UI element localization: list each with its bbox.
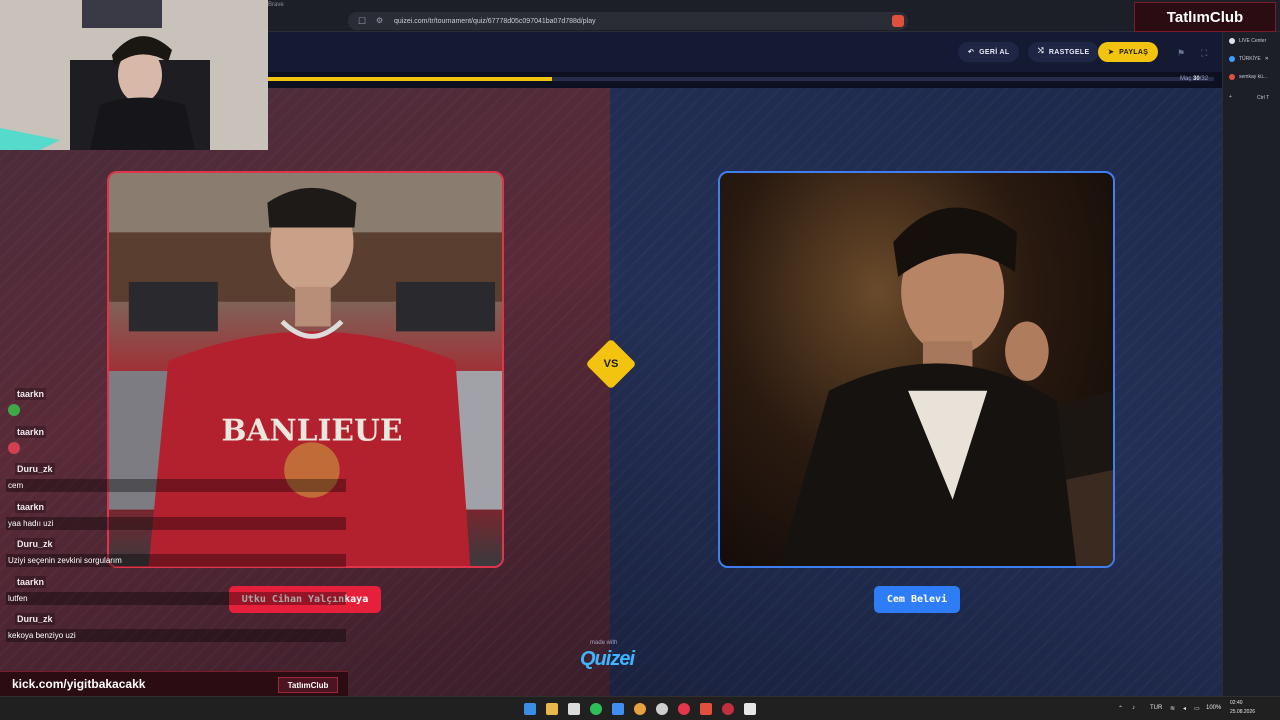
chat-emote-icon xyxy=(8,441,20,454)
wifi-icon[interactable]: ≋ xyxy=(1170,705,1175,712)
fullscreen-icon[interactable]: ⛶ xyxy=(1201,48,1211,58)
shortcut-hint: Ctrl T xyxy=(1257,95,1269,101)
obs-icon[interactable] xyxy=(722,703,734,715)
quizei-logo[interactable]: Quizei xyxy=(580,648,635,671)
app-icon[interactable] xyxy=(634,703,646,715)
windows-taskbar: ⌃ ♪ TUR ≋ ◂ ▭ 100% 02:40 25.08.2026 xyxy=(0,696,1280,720)
chat-message: taarkn xyxy=(0,424,350,462)
chat-username[interactable]: Duru_zk xyxy=(15,463,55,475)
store-icon[interactable] xyxy=(568,703,580,715)
address-bar[interactable]: ☐ ⚙ quizei.com/tr/tournament/quiz/67778d… xyxy=(348,12,908,30)
browser-tab-title[interactable]: Brave xyxy=(268,2,284,8)
chat-text: yaa hadıı uzi xyxy=(6,516,346,530)
right-contender-photo xyxy=(779,207,1113,566)
chat-text: lutfen xyxy=(6,591,346,605)
chat-text: Uziyi seçenin zevkini sorgularım xyxy=(6,554,346,567)
round-prefix: Maç xyxy=(1180,76,1192,82)
right-contender-name-button[interactable]: Cem Belevi xyxy=(874,586,960,613)
chat-username[interactable]: taarkn xyxy=(15,575,47,588)
send-icon: ➤ xyxy=(1108,49,1115,56)
shortcut-hint-label: Ctrl T xyxy=(1257,95,1270,101)
share-button[interactable]: ➤ PAYLAŞ xyxy=(1098,42,1159,62)
file-explorer-icon[interactable] xyxy=(546,703,558,715)
chat-message: Duru_zk Uziyi seçenin zevkini sorgularım xyxy=(0,536,350,574)
made-with-label: made with xyxy=(590,640,618,646)
mic-icon[interactable]: ♪ xyxy=(1132,705,1135,711)
round-counter: Maç 30/32 xyxy=(1180,76,1208,82)
chat-message: taarkn xyxy=(0,386,350,424)
chat-username[interactable]: Duru_zk xyxy=(15,613,55,625)
chat-username[interactable]: taarkn xyxy=(15,425,47,438)
url-text[interactable]: quizei.com/tr/tournament/quiz/67778d05c0… xyxy=(394,18,596,25)
close-icon[interactable]: ✕ xyxy=(1265,56,1269,62)
chat-username[interactable]: Duru_zk xyxy=(15,538,55,550)
brave-icon[interactable] xyxy=(700,703,712,715)
webcam-feed xyxy=(0,0,268,150)
battery-icon[interactable]: ▭ xyxy=(1194,705,1200,712)
round-total: /32 xyxy=(1199,76,1209,82)
bookmark-icon[interactable]: ☐ xyxy=(358,16,368,26)
media-icon[interactable] xyxy=(678,703,690,715)
match-progress-bar xyxy=(268,77,1214,81)
shuffle-icon: ⤭ xyxy=(1038,48,1044,55)
streamer-webcam xyxy=(0,0,268,150)
browser-side-panel: LIVE Center TÜRKİYE ✕ semkay kü... + Ctr… xyxy=(1222,32,1280,696)
start-icon[interactable] xyxy=(524,703,536,715)
footer-brand-badge: TatlımClub xyxy=(278,677,338,693)
chat-icon[interactable] xyxy=(744,703,756,715)
undo-label: GERİ AL xyxy=(979,48,1010,56)
stream-chat: taarkn taarkn Duru_zk cem taarkn yaa hadıı uz… xyxy=(0,386,350,649)
vs-label: VS xyxy=(603,358,619,370)
chat-text: kekoya benziyo uzi xyxy=(6,629,346,642)
random-label: RASTGELE xyxy=(1048,48,1090,56)
whatsapp-icon[interactable] xyxy=(590,703,602,715)
undo-button[interactable]: ↶ GERİ AL xyxy=(958,42,1020,62)
round-current: 30 xyxy=(1193,76,1200,82)
chat-text: cem xyxy=(6,479,346,492)
chat-username[interactable]: taarkn xyxy=(15,500,47,513)
channel-url: kick.com/yigitbakacakk xyxy=(12,677,146,691)
flag-icon[interactable]: ⚑ xyxy=(1177,48,1187,58)
side-item-label: LIVE Center xyxy=(1239,38,1267,44)
stream-brand-overlay: TatlımClub xyxy=(1134,2,1276,32)
share-label: PAYLAŞ xyxy=(1119,48,1149,56)
chat-username[interactable]: taarkn xyxy=(15,388,47,400)
tiktok-icon xyxy=(1229,38,1235,44)
right-contender-card[interactable] xyxy=(718,171,1115,568)
tray-chevron-icon[interactable]: ⌃ xyxy=(1118,705,1123,712)
random-button[interactable]: ⤭ RASTGELE xyxy=(1028,42,1100,62)
chat-message: taarkn yaa hadıı uzi xyxy=(0,499,350,537)
clock-date[interactable]: 25.08.2026 xyxy=(1230,709,1255,715)
match-progress-fill xyxy=(268,77,552,81)
mail-icon[interactable] xyxy=(612,703,624,715)
battery-level: 100% xyxy=(1206,705,1222,711)
new-tab-button[interactable]: + xyxy=(1229,94,1232,100)
undo-icon: ↶ xyxy=(968,49,975,56)
screen: Brave ☐ ⚙ quizei.com/tr/tournament/quiz/… xyxy=(0,0,1280,720)
chat-message: taarkn lutfen xyxy=(0,574,350,612)
brave-icon xyxy=(1229,74,1235,80)
plus-icon: + xyxy=(1229,94,1232,100)
side-item-semkay[interactable]: semkay kü... xyxy=(1229,74,1267,80)
chat-message: Duru_zkcem xyxy=(0,461,350,499)
chat-emote-icon xyxy=(8,404,20,416)
side-item-live-center[interactable]: LIVE Center xyxy=(1229,38,1266,44)
site-info-icon[interactable]: ⚙ xyxy=(376,16,386,26)
language-indicator[interactable]: TUR xyxy=(1150,705,1162,711)
side-item-label: TÜRKİYE xyxy=(1239,56,1261,62)
tab-icon xyxy=(1229,56,1235,62)
brave-shield-icon[interactable] xyxy=(892,15,904,27)
chat-message: Duru_zkkekoya benziyo uzi xyxy=(0,611,350,649)
side-item-turkiye[interactable]: TÜRKİYE ✕ xyxy=(1229,56,1269,62)
side-item-label: semkay kü... xyxy=(1239,74,1268,80)
settings-icon[interactable] xyxy=(656,703,668,715)
clock-time[interactable]: 02:40 xyxy=(1230,700,1243,706)
volume-icon[interactable]: ◂ xyxy=(1183,705,1186,712)
